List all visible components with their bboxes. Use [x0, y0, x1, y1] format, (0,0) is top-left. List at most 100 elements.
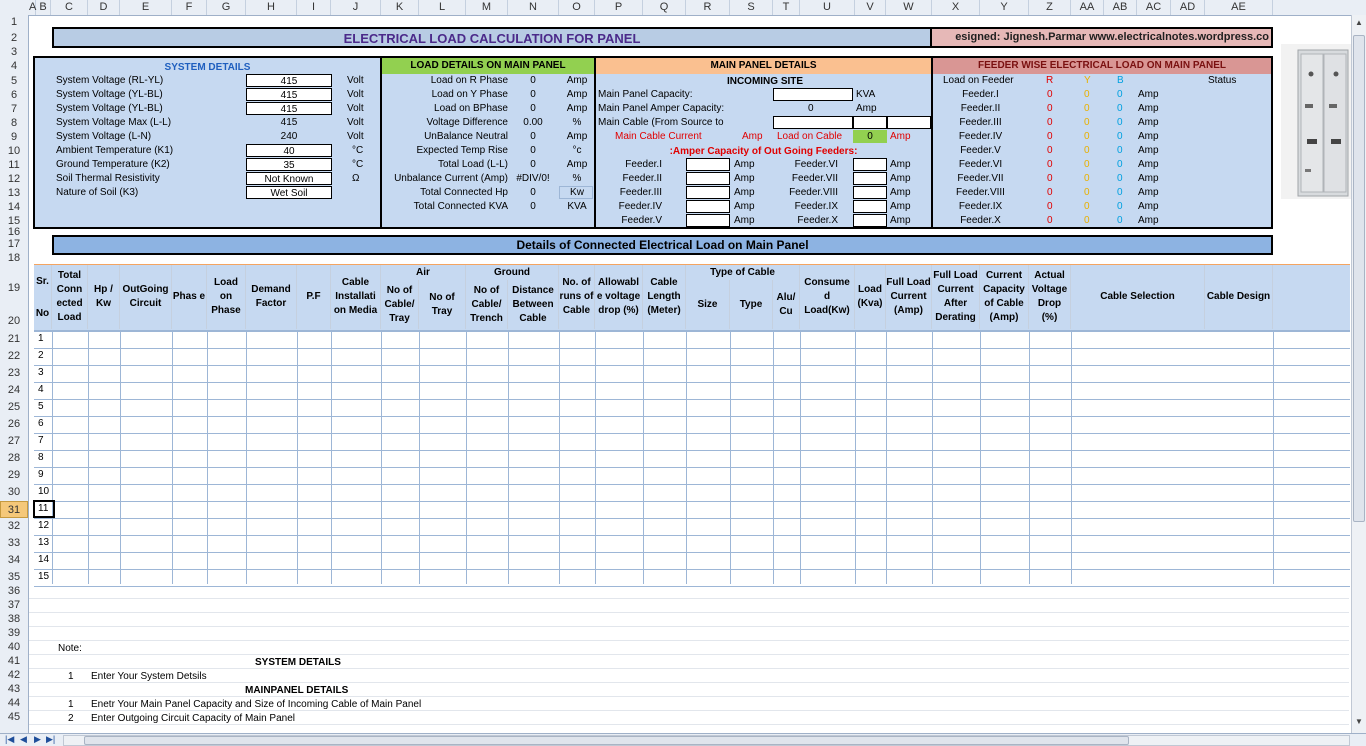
row-header-14[interactable]: 14	[0, 200, 28, 214]
system-row-value-input[interactable]: 415	[246, 102, 332, 115]
outgoing-feeder-input[interactable]	[686, 186, 730, 199]
outgoing-feeder-input[interactable]	[686, 214, 730, 227]
column-header-t[interactable]: T	[773, 0, 800, 15]
column-header-e[interactable]: E	[120, 0, 172, 15]
column-header-i[interactable]: I	[297, 0, 331, 15]
row-header-18[interactable]: 18	[0, 253, 28, 264]
row-header-7[interactable]: 7	[0, 102, 28, 116]
column-header-ae[interactable]: AE	[1205, 0, 1273, 15]
row-header-12[interactable]: 12	[0, 172, 28, 186]
row-header-19[interactable]: 19	[0, 264, 28, 312]
column-header-b[interactable]: B	[36, 0, 51, 15]
main-cable-runs-input[interactable]	[853, 116, 887, 129]
row-header-32[interactable]: 32	[0, 518, 28, 535]
row-header-43[interactable]: 43	[0, 682, 28, 696]
column-header-j[interactable]: J	[331, 0, 381, 15]
column-header-ad[interactable]: AD	[1171, 0, 1205, 15]
row-header-9[interactable]: 9	[0, 130, 28, 144]
active-cell[interactable]	[33, 500, 55, 518]
column-header-y[interactable]: Y	[980, 0, 1029, 15]
column-header-z[interactable]: Z	[1029, 0, 1071, 15]
column-header-u[interactable]: U	[800, 0, 855, 15]
row-header-36[interactable]: 36	[0, 584, 28, 598]
scroll-up-arrow-icon[interactable]: ▲	[1354, 18, 1364, 28]
column-header-n[interactable]: N	[508, 0, 559, 15]
row-header-33[interactable]: 33	[0, 535, 28, 552]
next-sheet-icon[interactable]: ▶	[34, 734, 41, 745]
column-header-d[interactable]: D	[88, 0, 120, 15]
system-row-value-input[interactable]: 415	[246, 74, 332, 87]
row-header-24[interactable]: 24	[0, 382, 28, 399]
column-header-x[interactable]: X	[932, 0, 980, 15]
row-header-26[interactable]: 26	[0, 416, 28, 433]
column-header-h[interactable]: H	[246, 0, 297, 15]
outgoing-feeder-input[interactable]	[853, 158, 887, 171]
row-header-2[interactable]: 2	[0, 29, 28, 47]
main-panel-capacity-input[interactable]	[773, 88, 853, 101]
column-header-l[interactable]: L	[419, 0, 466, 15]
row-header-41[interactable]: 41	[0, 654, 28, 668]
system-row-value-input[interactable]: 40	[246, 144, 332, 157]
row-header-45[interactable]: 45	[0, 710, 28, 724]
column-header-o[interactable]: O	[559, 0, 595, 15]
row-header-10[interactable]: 10	[0, 144, 28, 158]
outgoing-feeder-input[interactable]	[686, 200, 730, 213]
row-header-31[interactable]: 31	[0, 501, 28, 518]
system-row-value-input[interactable]: Wet Soil	[246, 186, 332, 199]
row-header-42[interactable]: 42	[0, 668, 28, 682]
row-header-6[interactable]: 6	[0, 88, 28, 102]
row-header-40[interactable]: 40	[0, 640, 28, 654]
row-header-16[interactable]: 16	[0, 227, 28, 238]
row-header-39[interactable]: 39	[0, 626, 28, 640]
row-header-25[interactable]: 25	[0, 399, 28, 416]
row-header-22[interactable]: 22	[0, 348, 28, 365]
outgoing-feeder-input[interactable]	[853, 200, 887, 213]
column-header-ac[interactable]: AC	[1137, 0, 1171, 15]
first-sheet-icon[interactable]: |◀	[5, 734, 14, 745]
vertical-scrollbar[interactable]: ▲ ▼	[1351, 15, 1366, 733]
row-header-28[interactable]: 28	[0, 450, 28, 467]
outgoing-feeder-input[interactable]	[686, 158, 730, 171]
row-header-8[interactable]: 8	[0, 116, 28, 130]
column-header-s[interactable]: S	[730, 0, 773, 15]
row-header-13[interactable]: 13	[0, 186, 28, 200]
column-header-ab[interactable]: AB	[1104, 0, 1137, 15]
column-header-q[interactable]: Q	[643, 0, 686, 15]
row-header-34[interactable]: 34	[0, 552, 28, 569]
last-sheet-icon[interactable]: ▶|	[46, 734, 55, 745]
row-header-5[interactable]: 5	[0, 74, 28, 88]
row-header-20[interactable]: 20	[0, 312, 28, 331]
row-header-23[interactable]: 23	[0, 365, 28, 382]
main-cable-size-input[interactable]	[773, 116, 853, 129]
row-header-17[interactable]: 17	[0, 236, 28, 253]
column-header-k[interactable]: K	[381, 0, 419, 15]
outgoing-feeder-input[interactable]	[853, 186, 887, 199]
outgoing-feeder-input[interactable]	[853, 214, 887, 227]
system-row-value-input[interactable]: 415	[246, 88, 332, 101]
column-header-c[interactable]: C	[51, 0, 88, 15]
row-header-37[interactable]: 37	[0, 598, 28, 612]
row-header-27[interactable]: 27	[0, 433, 28, 450]
outgoing-feeder-input[interactable]	[686, 172, 730, 185]
system-row-value-input[interactable]: 35	[246, 158, 332, 171]
row-header-29[interactable]: 29	[0, 467, 28, 484]
vertical-scroll-thumb[interactable]	[1353, 35, 1365, 522]
outgoing-feeder-input[interactable]	[853, 172, 887, 185]
row-header-1[interactable]: 1	[0, 15, 28, 29]
column-header-a[interactable]: A	[29, 0, 36, 15]
row-header-44[interactable]: 44	[0, 696, 28, 710]
row-header-30[interactable]: 30	[0, 484, 28, 501]
column-header-v[interactable]: V	[855, 0, 886, 15]
row-header-4[interactable]: 4	[0, 58, 28, 74]
main-cable-type-input[interactable]	[887, 116, 931, 129]
scroll-down-arrow-icon[interactable]: ▼	[1354, 717, 1364, 727]
row-header-11[interactable]: 11	[0, 158, 28, 172]
column-header-w[interactable]: W	[886, 0, 932, 15]
row-header-21[interactable]: 21	[0, 331, 28, 348]
column-header-f[interactable]: F	[172, 0, 207, 15]
column-header-aa[interactable]: AA	[1071, 0, 1104, 15]
column-header-g[interactable]: G	[207, 0, 246, 15]
column-header-r[interactable]: R	[686, 0, 730, 15]
row-header-38[interactable]: 38	[0, 612, 28, 626]
column-header-m[interactable]: M	[466, 0, 508, 15]
